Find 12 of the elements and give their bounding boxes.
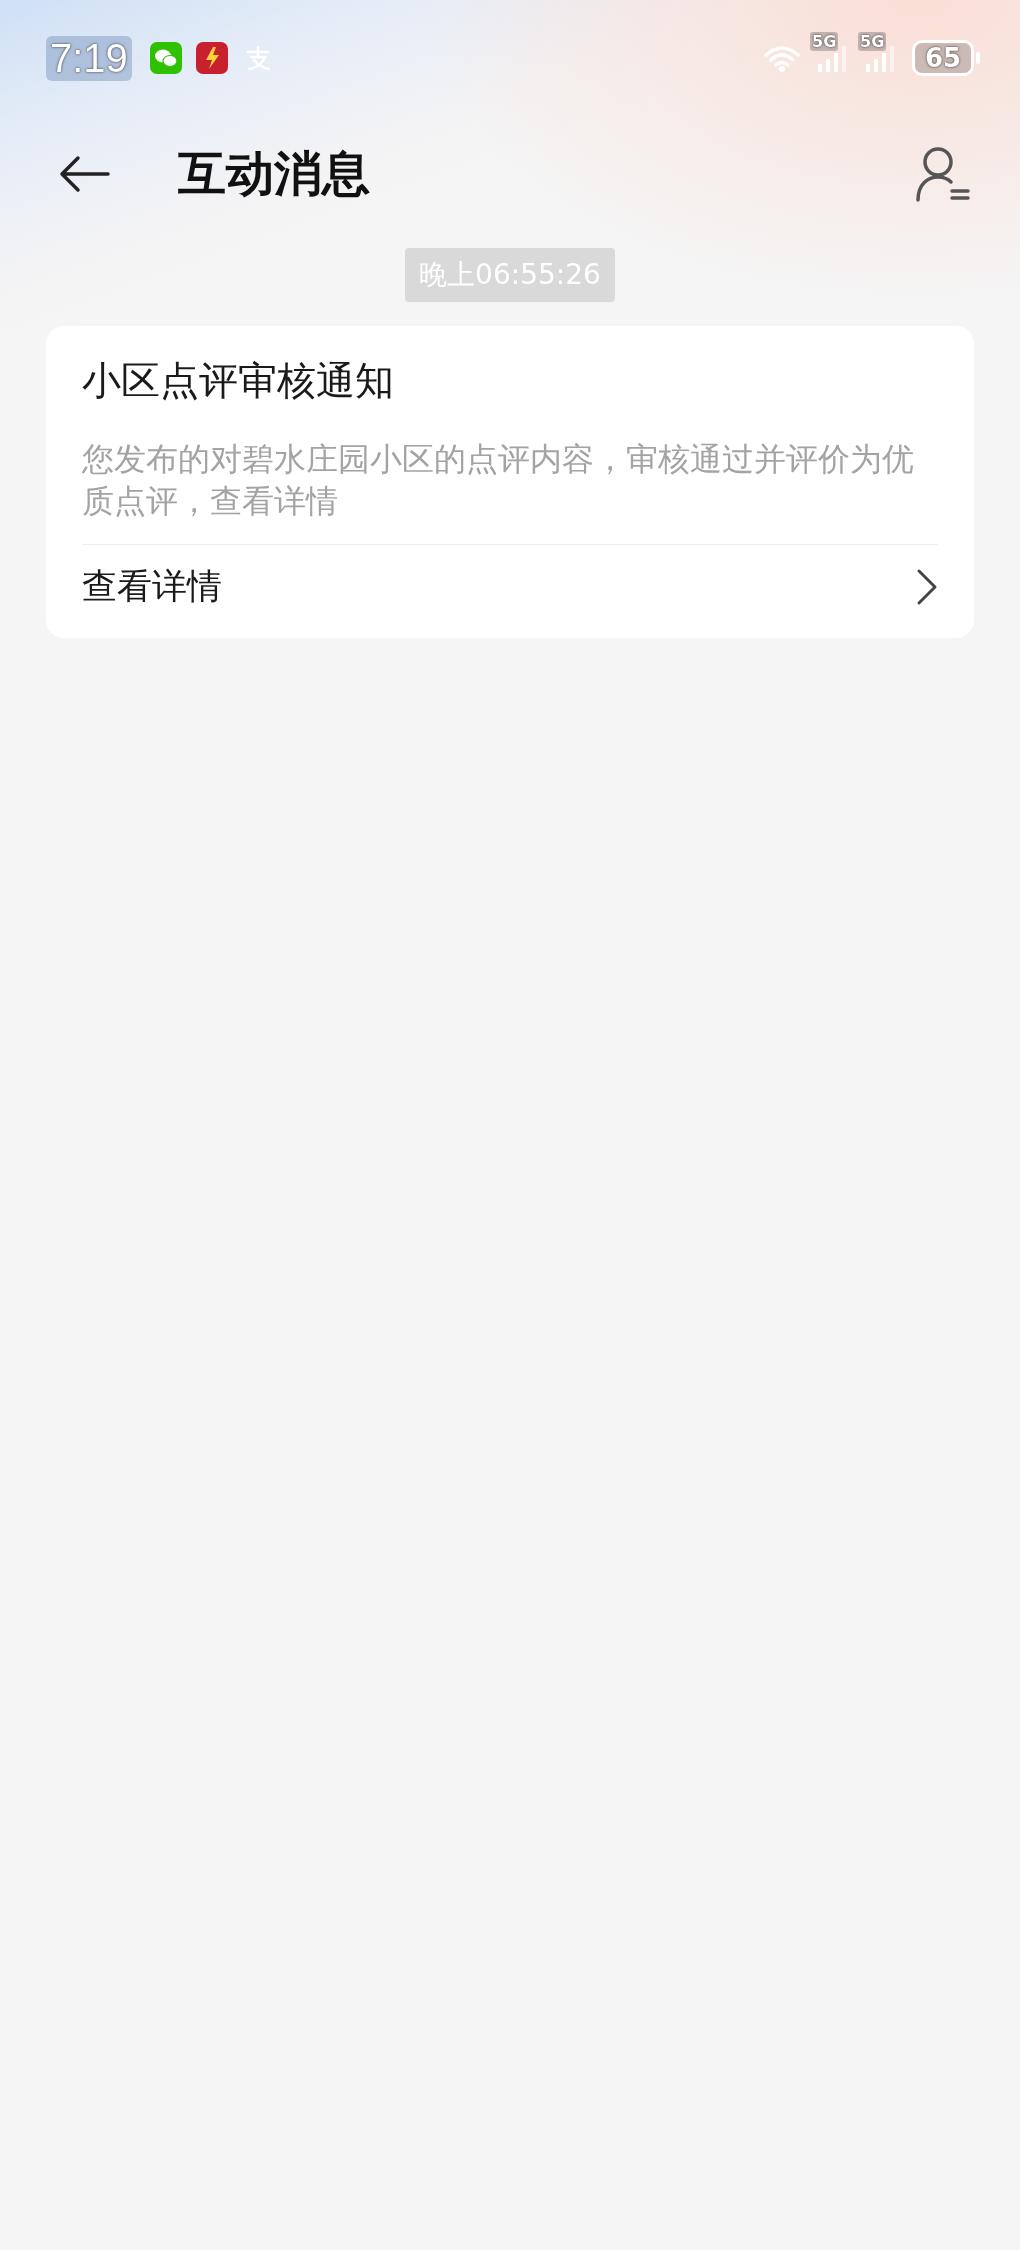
message-body: 您发布的对碧水庄园小区的点评内容，审核通过并评价为优质点评，查看详情 xyxy=(82,439,915,522)
network-label: 5G xyxy=(858,32,887,51)
view-details-link[interactable]: 查看详情 xyxy=(82,545,938,638)
app-icon xyxy=(195,42,228,74)
message-title: 小区点评审核通知 xyxy=(82,357,395,405)
chevron-right-icon xyxy=(916,567,938,606)
user-list-icon[interactable] xyxy=(914,144,970,204)
chat-app-icon xyxy=(149,42,182,74)
status-time: 7:19 xyxy=(46,35,132,81)
network-label: 5G xyxy=(810,32,839,51)
battery-indicator: 65 xyxy=(912,40,974,76)
page-title: 互动消息 xyxy=(178,144,370,203)
